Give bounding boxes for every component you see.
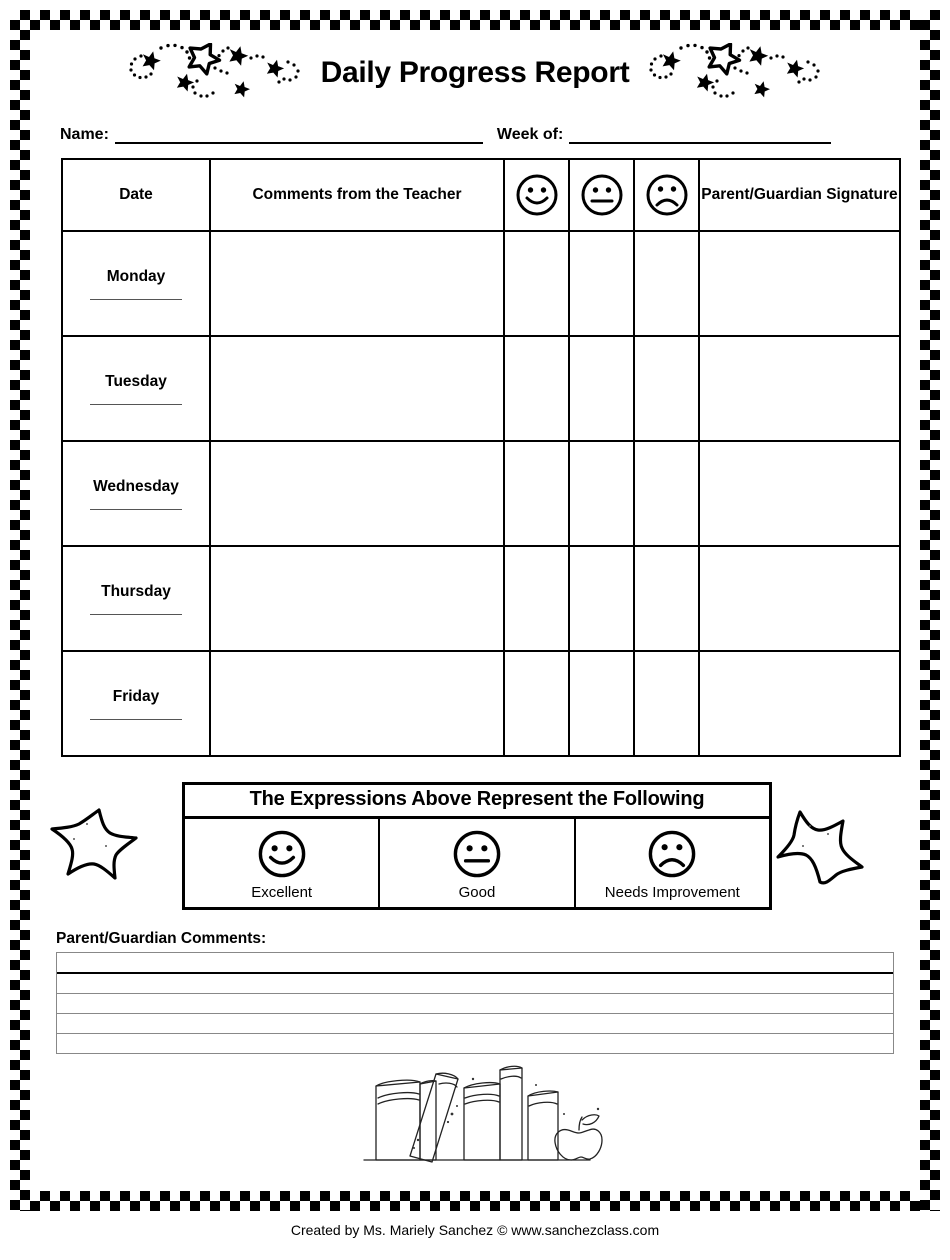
legend-item-needs-improvement: Needs Improvement	[576, 819, 769, 907]
comment-line[interactable]	[57, 994, 893, 1014]
teacher-comment-cell[interactable]	[209, 230, 505, 337]
name-label: Name:	[60, 126, 109, 143]
week-of-input[interactable]	[569, 126, 832, 144]
worksheet-page: Daily Progress Report Name: Week of: Dat…	[0, 0, 950, 1260]
parent-comments-box	[56, 952, 894, 1054]
rating-cell-sad[interactable]	[633, 335, 700, 442]
signature-cell[interactable]	[698, 440, 901, 547]
page-content: Daily Progress Report Name: Week of: Dat…	[30, 30, 920, 1191]
table-header-row: Date Comments from the Teacher Parent/Gu…	[61, 158, 901, 232]
table-row: Tuesday	[61, 335, 901, 442]
column-header-neutral-face	[568, 158, 635, 232]
day-cell-friday: Friday	[61, 650, 211, 757]
legend-label: Good	[458, 884, 496, 901]
star-icon-right	[770, 804, 868, 891]
rating-cell-happy[interactable]	[503, 335, 570, 442]
rating-cell-sad[interactable]	[633, 545, 700, 652]
comment-line[interactable]	[57, 1014, 893, 1034]
table-row: Monday	[61, 230, 901, 337]
week-label: Week of:	[496, 126, 564, 143]
comment-line[interactable]	[57, 974, 893, 994]
day-label: Tuesday	[105, 372, 167, 390]
name-and-week-row: Name: Week of:	[60, 118, 910, 144]
legend-item-good: Good	[380, 819, 576, 907]
neutral-face-icon	[452, 829, 502, 879]
date-input[interactable]	[90, 403, 182, 405]
star-icon-left	[44, 806, 142, 889]
day-cell-wednesday: Wednesday	[61, 440, 211, 547]
date-input[interactable]	[90, 613, 182, 615]
footer-credit: Created by Ms. Mariely Sanchez © www.san…	[290, 1222, 660, 1238]
teacher-comment-cell[interactable]	[209, 545, 505, 652]
teacher-comment-cell[interactable]	[209, 440, 505, 547]
signature-cell[interactable]	[698, 545, 901, 652]
happy-face-icon	[257, 829, 307, 879]
day-label: Thursday	[101, 582, 171, 600]
date-input[interactable]	[90, 298, 182, 300]
stars-swirl-icon-right	[647, 41, 823, 104]
rating-cell-neutral[interactable]	[568, 650, 635, 757]
date-input[interactable]	[90, 718, 182, 720]
table-row: Thursday	[61, 545, 901, 652]
day-label: Friday	[112, 687, 160, 705]
checkerboard-border-bottom	[10, 1191, 940, 1211]
table-row: Wednesday	[61, 440, 901, 547]
teacher-comment-cell[interactable]	[209, 335, 505, 442]
name-input[interactable]	[114, 126, 483, 144]
parent-comments-heading: Parent/Guardian Comments:	[56, 930, 267, 947]
rating-cell-neutral[interactable]	[568, 545, 635, 652]
legend-box: The Expressions Above Represent the Foll…	[182, 782, 772, 910]
comment-line[interactable]	[57, 953, 893, 974]
table-row: Friday	[61, 650, 901, 757]
column-header-happy-face	[503, 158, 570, 232]
signature-cell[interactable]	[698, 650, 901, 757]
rating-cell-neutral[interactable]	[568, 440, 635, 547]
books-and-apple-illustration	[340, 1052, 610, 1169]
header-title-row: Daily Progress Report	[30, 41, 920, 104]
table-body: Monday Tuesday Wednesday Thursday Friday	[61, 230, 901, 757]
neutral-face-icon	[570, 173, 633, 217]
day-cell-monday: Monday	[61, 230, 211, 337]
checkerboard-border-top	[10, 10, 940, 30]
sad-face-icon	[647, 829, 697, 879]
checkerboard-border-left	[10, 10, 30, 1211]
day-cell-thursday: Thursday	[61, 545, 211, 652]
checkerboard-border-right	[920, 10, 940, 1211]
progress-table: Date Comments from the Teacher Parent/Gu…	[61, 158, 901, 757]
page-title: Daily Progress Report	[320, 56, 630, 89]
legend-cells: Excellent Good Needs Improvement	[185, 819, 769, 907]
signature-cell[interactable]	[698, 230, 901, 337]
rating-cell-happy[interactable]	[503, 650, 570, 757]
sad-face-icon	[635, 173, 698, 217]
day-label: Wednesday	[93, 477, 179, 495]
stars-swirl-icon-left	[127, 41, 303, 104]
day-label: Monday	[106, 267, 166, 285]
column-header-sad-face	[633, 158, 700, 232]
column-header-comments: Comments from the Teacher	[209, 158, 505, 232]
rating-cell-happy[interactable]	[503, 230, 570, 337]
legend-item-excellent: Excellent	[185, 819, 381, 907]
legend-area: The Expressions Above Represent the Foll…	[30, 782, 920, 914]
comment-line[interactable]	[57, 1034, 893, 1053]
legend-title: The Expressions Above Represent the Foll…	[185, 785, 769, 819]
legend-label: Excellent	[251, 884, 313, 901]
day-cell-tuesday: Tuesday	[61, 335, 211, 442]
legend-label: Needs Improvement	[604, 884, 740, 901]
rating-cell-happy[interactable]	[503, 440, 570, 547]
signature-cell[interactable]	[698, 335, 901, 442]
teacher-comment-cell[interactable]	[209, 650, 505, 757]
rating-cell-happy[interactable]	[503, 545, 570, 652]
column-header-date: Date	[61, 158, 211, 232]
rating-cell-sad[interactable]	[633, 650, 700, 757]
rating-cell-neutral[interactable]	[568, 230, 635, 337]
rating-cell-sad[interactable]	[633, 440, 700, 547]
date-input[interactable]	[90, 508, 182, 510]
column-header-signature: Parent/Guardian Signature	[698, 158, 901, 232]
rating-cell-neutral[interactable]	[568, 335, 635, 442]
happy-face-icon	[505, 173, 568, 217]
rating-cell-sad[interactable]	[633, 230, 700, 337]
